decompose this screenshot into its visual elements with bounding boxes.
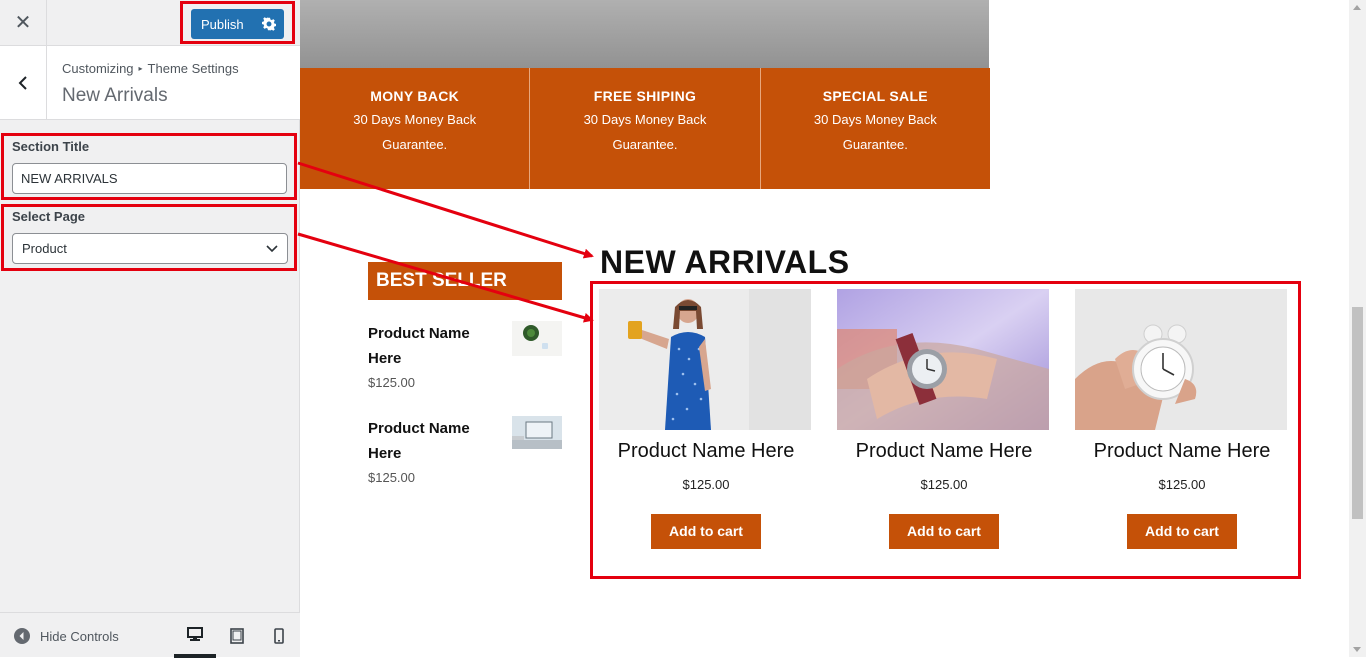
best-seller-price: $125.00: [368, 470, 415, 485]
product-image[interactable]: [599, 289, 811, 430]
hide-controls-button[interactable]: Hide Controls: [13, 627, 119, 645]
breadcrumb: Customizing ▸ Theme Settings: [62, 61, 239, 76]
feature-title: FREE SHIPING: [593, 88, 697, 104]
tablet-icon: [230, 627, 244, 644]
customizer-header: ✕ Publish: [0, 0, 300, 46]
feature-box: MONY BACK 30 Days Money Back Guarantee.: [300, 68, 531, 189]
mobile-icon: [274, 627, 284, 644]
feature-description: 30 Days Money Back Guarantee.: [813, 112, 937, 152]
product-card: Product Name Here $125.00 Add to cart: [837, 289, 1051, 549]
publish-button-group: Publish: [191, 9, 284, 39]
best-seller-price: $125.00: [368, 375, 415, 390]
desktop-icon: [187, 626, 203, 641]
scroll-up-icon[interactable]: [1353, 5, 1361, 10]
best-seller-thumbnail[interactable]: [512, 321, 562, 356]
preview-scrollbar[interactable]: [1349, 0, 1366, 657]
add-to-cart-button[interactable]: Add to cart: [651, 514, 761, 549]
breadcrumb-current: Theme Settings: [147, 61, 239, 76]
best-seller-name[interactable]: Product Name Here: [368, 321, 498, 371]
product-price: $125.00: [682, 477, 730, 492]
chevron-down-icon: [266, 244, 278, 252]
preview-mobile-button[interactable]: [258, 613, 300, 658]
best-seller-item[interactable]: Product Name Here $125.00: [368, 416, 562, 485]
close-customizer-button[interactable]: ✕: [0, 0, 47, 45]
product-name[interactable]: Product Name Here: [599, 440, 813, 463]
best-seller-name[interactable]: Product Name Here: [368, 416, 498, 466]
product-price: $125.00: [920, 477, 968, 492]
section-title: New Arrivals: [62, 85, 168, 106]
publish-settings-button[interactable]: [254, 9, 284, 39]
feature-box: FREE SHIPING 30 Days Money Back Guarante…: [530, 68, 761, 189]
scroll-thumb[interactable]: [1352, 307, 1363, 519]
best-seller-thumbnail[interactable]: [512, 416, 562, 449]
select-page-dropdown[interactable]: Product: [12, 233, 288, 264]
feature-description: 30 Days Money Back Guarantee.: [583, 112, 707, 152]
feature-title: SPECIAL SALE: [822, 88, 928, 104]
hero-image: [300, 0, 989, 68]
best-seller-item[interactable]: Product Name Here $125.00: [368, 321, 562, 390]
add-to-cart-button[interactable]: Add to cart: [889, 514, 999, 549]
product-card: Product Name Here $125.00 Add to cart: [599, 289, 813, 549]
add-to-cart-button[interactable]: Add to cart: [1127, 514, 1237, 549]
feature-description: 30 Days Money Back Guarantee.: [353, 112, 477, 152]
gear-icon: [262, 17, 276, 31]
preview-tablet-button[interactable]: [216, 613, 258, 658]
hide-controls-label: Hide Controls: [40, 628, 119, 644]
publish-button[interactable]: Publish: [191, 17, 254, 32]
breadcrumb-separator-icon: ▸: [138, 64, 143, 73]
new-arrivals-title: NEW ARRIVALS: [600, 244, 850, 280]
close-icon: ✕: [14, 12, 32, 34]
select-page-value: Product: [22, 241, 67, 256]
section-title-label: Section Title: [12, 139, 90, 154]
feature-strip: MONY BACK 30 Days Money Back Guarantee. …: [300, 68, 990, 189]
breadcrumb-parent: Customizing: [62, 61, 134, 76]
product-price: $125.00: [1158, 477, 1206, 492]
collapse-arrow-icon: [14, 628, 30, 644]
scroll-down-icon[interactable]: [1353, 647, 1361, 652]
preview-desktop-button[interactable]: [174, 613, 216, 658]
product-name[interactable]: Product Name Here: [837, 440, 1051, 463]
section-title-input[interactable]: [12, 163, 287, 194]
customizer-footer: Hide Controls: [0, 612, 300, 658]
customizer-sidebar: ✕ Publish Customizing ▸ Theme Settings New…: [0, 0, 300, 658]
section-header: Customizing ▸ Theme Settings New Arrivals: [0, 46, 300, 120]
product-card: Product Name Here $125.00 Add to cart: [1075, 289, 1289, 549]
feature-box: SPECIAL SALE 30 Days Money Back Guarante…: [760, 68, 990, 189]
chevron-left-icon: [18, 75, 27, 90]
product-name[interactable]: Product Name Here: [1075, 440, 1289, 463]
feature-title: MONY BACK: [370, 88, 460, 104]
back-button[interactable]: [0, 46, 47, 119]
product-image[interactable]: [837, 289, 1049, 430]
best-seller-heading: BEST SELLER: [368, 262, 562, 300]
select-page-label: Select Page: [12, 209, 85, 224]
product-image[interactable]: [1075, 289, 1287, 430]
